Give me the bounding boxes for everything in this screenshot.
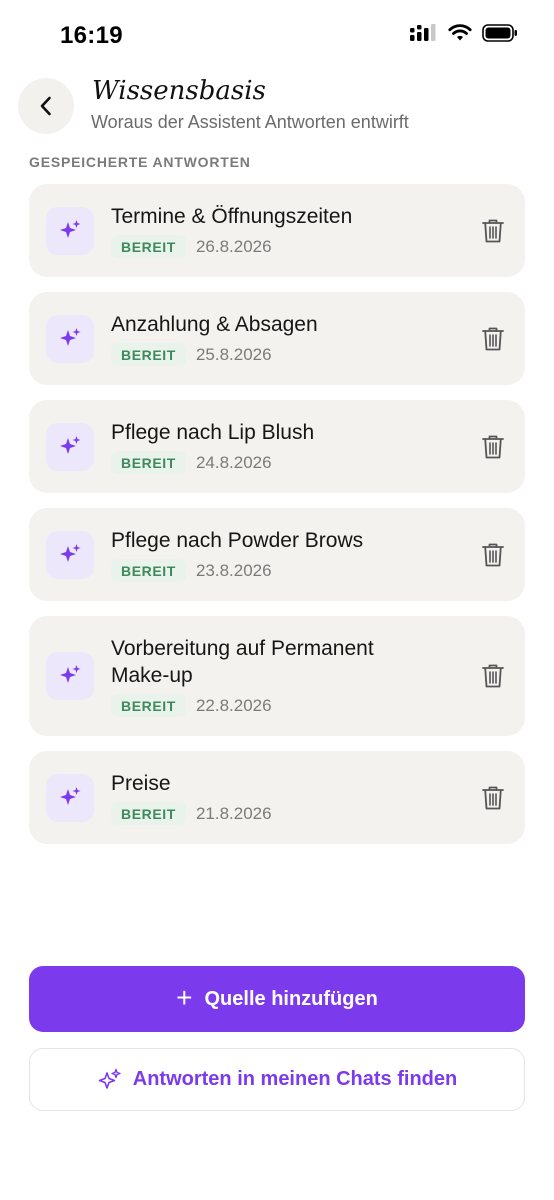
list-item[interactable]: Termine & Öffnungszeiten BEREIT 26.8.2026 (29, 184, 525, 277)
sparkles-icon (46, 206, 94, 255)
sparkles-icon (46, 422, 94, 471)
sparkles-icon (46, 773, 94, 822)
list-item[interactable]: Pflege nach Powder Brows BEREIT 23.8.2026 (29, 508, 525, 601)
page-title: Wissensbasis (92, 76, 266, 106)
trash-icon[interactable] (480, 541, 506, 569)
item-name: Pflege nach Lip Blush (111, 421, 315, 444)
back-button[interactable] (18, 78, 74, 134)
find-answers-button[interactable]: Antworten in meinen Chats finden (29, 1048, 525, 1111)
status-badge: BEREIT (111, 451, 186, 474)
signal-icon (410, 24, 436, 41)
trash-icon[interactable] (480, 217, 506, 245)
plus-icon: + (176, 981, 193, 1013)
trash-icon[interactable] (480, 662, 506, 690)
item-date: 23.8.2026 (195, 560, 272, 580)
add-source-button[interactable]: + Quelle hinzufügen (29, 966, 525, 1032)
chevron-left-icon (40, 96, 51, 116)
item-name: Termine & Öffnungszeiten (111, 205, 353, 228)
item-date: 24.8.2026 (195, 452, 272, 472)
page-subtitle: Woraus der Assistent Antworten entwirft (91, 112, 409, 132)
status-badge: BEREIT (111, 802, 186, 825)
sparkles-outline-icon (98, 1068, 121, 1089)
sparkles-icon (46, 530, 94, 579)
header: Wissensbasis Woraus der Assistent Antwor… (18, 76, 536, 142)
find-answers-label: Antworten in meinen Chats finden (132, 1068, 458, 1090)
item-date: 26.8.2026 (195, 236, 272, 256)
status-badge: BEREIT (111, 559, 186, 582)
trash-icon[interactable] (480, 433, 506, 461)
list-item[interactable]: Preise BEREIT 21.8.2026 (29, 751, 525, 844)
item-name: Vorbereitung auf Permanent Make-up (111, 637, 374, 687)
trash-icon[interactable] (480, 784, 506, 812)
list-item[interactable]: Anzahlung & Absagen BEREIT 25.8.2026 (29, 292, 525, 385)
battery-icon (482, 24, 517, 42)
item-name: Preise (111, 772, 171, 795)
status-badge: BEREIT (111, 235, 186, 258)
list-item[interactable]: Pflege nach Lip Blush BEREIT 24.8.2026 (29, 400, 525, 493)
item-date: 21.8.2026 (195, 803, 272, 823)
list-item[interactable]: Vorbereitung auf Permanent Make-up BEREI… (29, 616, 525, 736)
status-time: 16:19 (60, 22, 123, 49)
saved-answers-list: Termine & Öffnungszeiten BEREIT 26.8.2026… (29, 184, 525, 859)
status-bar: 16:19 (0, 0, 554, 74)
status-badge: BEREIT (111, 694, 186, 717)
item-name: Anzahlung & Absagen (111, 313, 318, 336)
status-badge: BEREIT (111, 343, 186, 366)
status-icons (410, 24, 518, 42)
item-date: 25.8.2026 (195, 344, 272, 364)
trash-icon[interactable] (480, 325, 506, 353)
item-name: Pflege nach Powder Brows (111, 529, 364, 552)
wifi-icon (448, 24, 472, 41)
section-label: GESPEICHERTE ANTWORTEN (29, 154, 251, 170)
sparkles-icon (46, 652, 94, 700)
item-date: 22.8.2026 (195, 695, 272, 715)
add-source-label: Quelle hinzufügen (204, 987, 378, 1010)
sparkles-icon (46, 314, 94, 363)
